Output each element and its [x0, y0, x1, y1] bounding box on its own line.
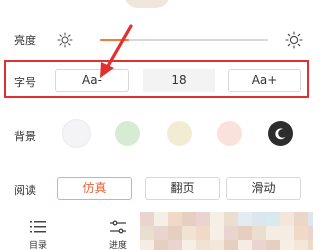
redaction-pixel	[280, 226, 294, 240]
sliders-icon	[110, 220, 126, 234]
brightness-slider[interactable]	[100, 39, 268, 41]
redaction-pixel	[210, 212, 224, 226]
reader-settings-panel: 亮度 字号 Aa- 18 Aa+ 背景 阅读 仿真 翻页 滑动 目录 进度	[0, 0, 313, 250]
redaction-pixel	[294, 226, 308, 240]
redaction-pixel	[210, 240, 224, 250]
redaction-pixel	[294, 240, 308, 250]
redaction-pixel	[294, 212, 308, 226]
background-swatch-green[interactable]	[115, 121, 140, 146]
font-decrease-button[interactable]: Aa-	[55, 69, 129, 92]
nav-label-toc: 目录	[28, 241, 47, 250]
reading-mode-page-flip[interactable]: 翻页	[145, 177, 220, 200]
reading-mode-scroll[interactable]: 滑动	[226, 177, 301, 200]
brightness-slider-fill	[100, 39, 129, 41]
redaction-pixel	[308, 226, 313, 240]
redaction-pixel	[182, 212, 196, 226]
sun-high-icon	[285, 31, 303, 49]
redaction-pixel	[140, 226, 154, 240]
redaction-pixel	[140, 240, 154, 250]
redaction-pixel	[154, 226, 168, 240]
redaction-pixel	[252, 240, 266, 250]
background-swatch-pink[interactable]	[217, 121, 242, 146]
background-label: 背景	[14, 130, 36, 143]
font-size-label: 字号	[14, 76, 36, 89]
reading-mode-simulate[interactable]: 仿真	[57, 177, 132, 200]
background-swatch-white[interactable]	[62, 119, 91, 148]
redaction-pixel	[238, 212, 252, 226]
font-increase-button[interactable]: Aa+	[228, 69, 301, 92]
redaction-pixel	[196, 226, 210, 240]
background-swatch-beige[interactable]	[167, 121, 192, 146]
redaction-pixel	[280, 240, 294, 250]
brightness-label: 亮度	[14, 34, 36, 47]
list-icon	[30, 221, 46, 233]
redaction-pixel	[196, 240, 210, 250]
sun-low-icon	[57, 32, 73, 48]
redaction-pixel	[168, 212, 182, 226]
header-fragment	[0, 0, 313, 10]
redaction-pixel	[224, 240, 238, 250]
font-size-value: 18	[143, 69, 215, 92]
redaction-pixel	[266, 212, 280, 226]
redaction-pixel	[168, 240, 182, 250]
reading-label: 阅读	[14, 184, 36, 197]
pixelated-redaction	[140, 212, 313, 250]
redaction-pixel	[280, 212, 294, 226]
redaction-pixel	[238, 240, 252, 250]
redaction-pixel	[196, 212, 210, 226]
redaction-pixel	[182, 240, 196, 250]
redaction-pixel	[154, 240, 168, 250]
redaction-pixel	[182, 226, 196, 240]
redaction-pixel	[238, 226, 252, 240]
redaction-pixel	[224, 226, 238, 240]
redaction-pixel	[224, 212, 238, 226]
background-swatch-night[interactable]	[268, 121, 293, 146]
redaction-pixel	[266, 226, 280, 240]
redaction-pixel	[308, 240, 313, 250]
redaction-pixel	[252, 226, 266, 240]
redaction-pixel	[252, 212, 266, 226]
redaction-pixel	[308, 212, 313, 226]
redaction-pixel	[210, 226, 224, 240]
redaction-pixel	[140, 212, 154, 226]
redaction-pixel	[266, 240, 280, 250]
nav-label-progress: 进度	[108, 241, 127, 250]
header-illustration	[124, 0, 170, 8]
moon-icon	[275, 128, 286, 140]
redaction-pixel	[168, 226, 182, 240]
redaction-pixel	[154, 212, 168, 226]
